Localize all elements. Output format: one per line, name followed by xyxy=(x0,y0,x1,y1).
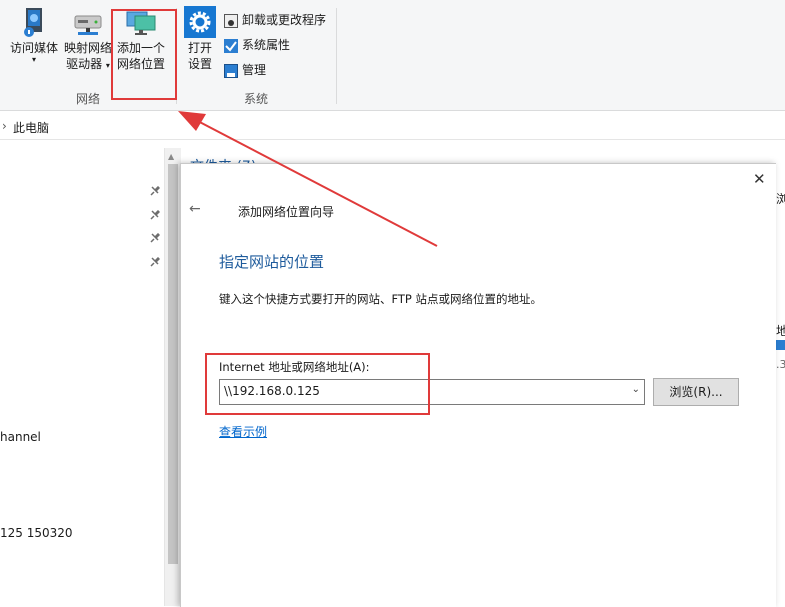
annotation-arrow xyxy=(178,111,438,247)
